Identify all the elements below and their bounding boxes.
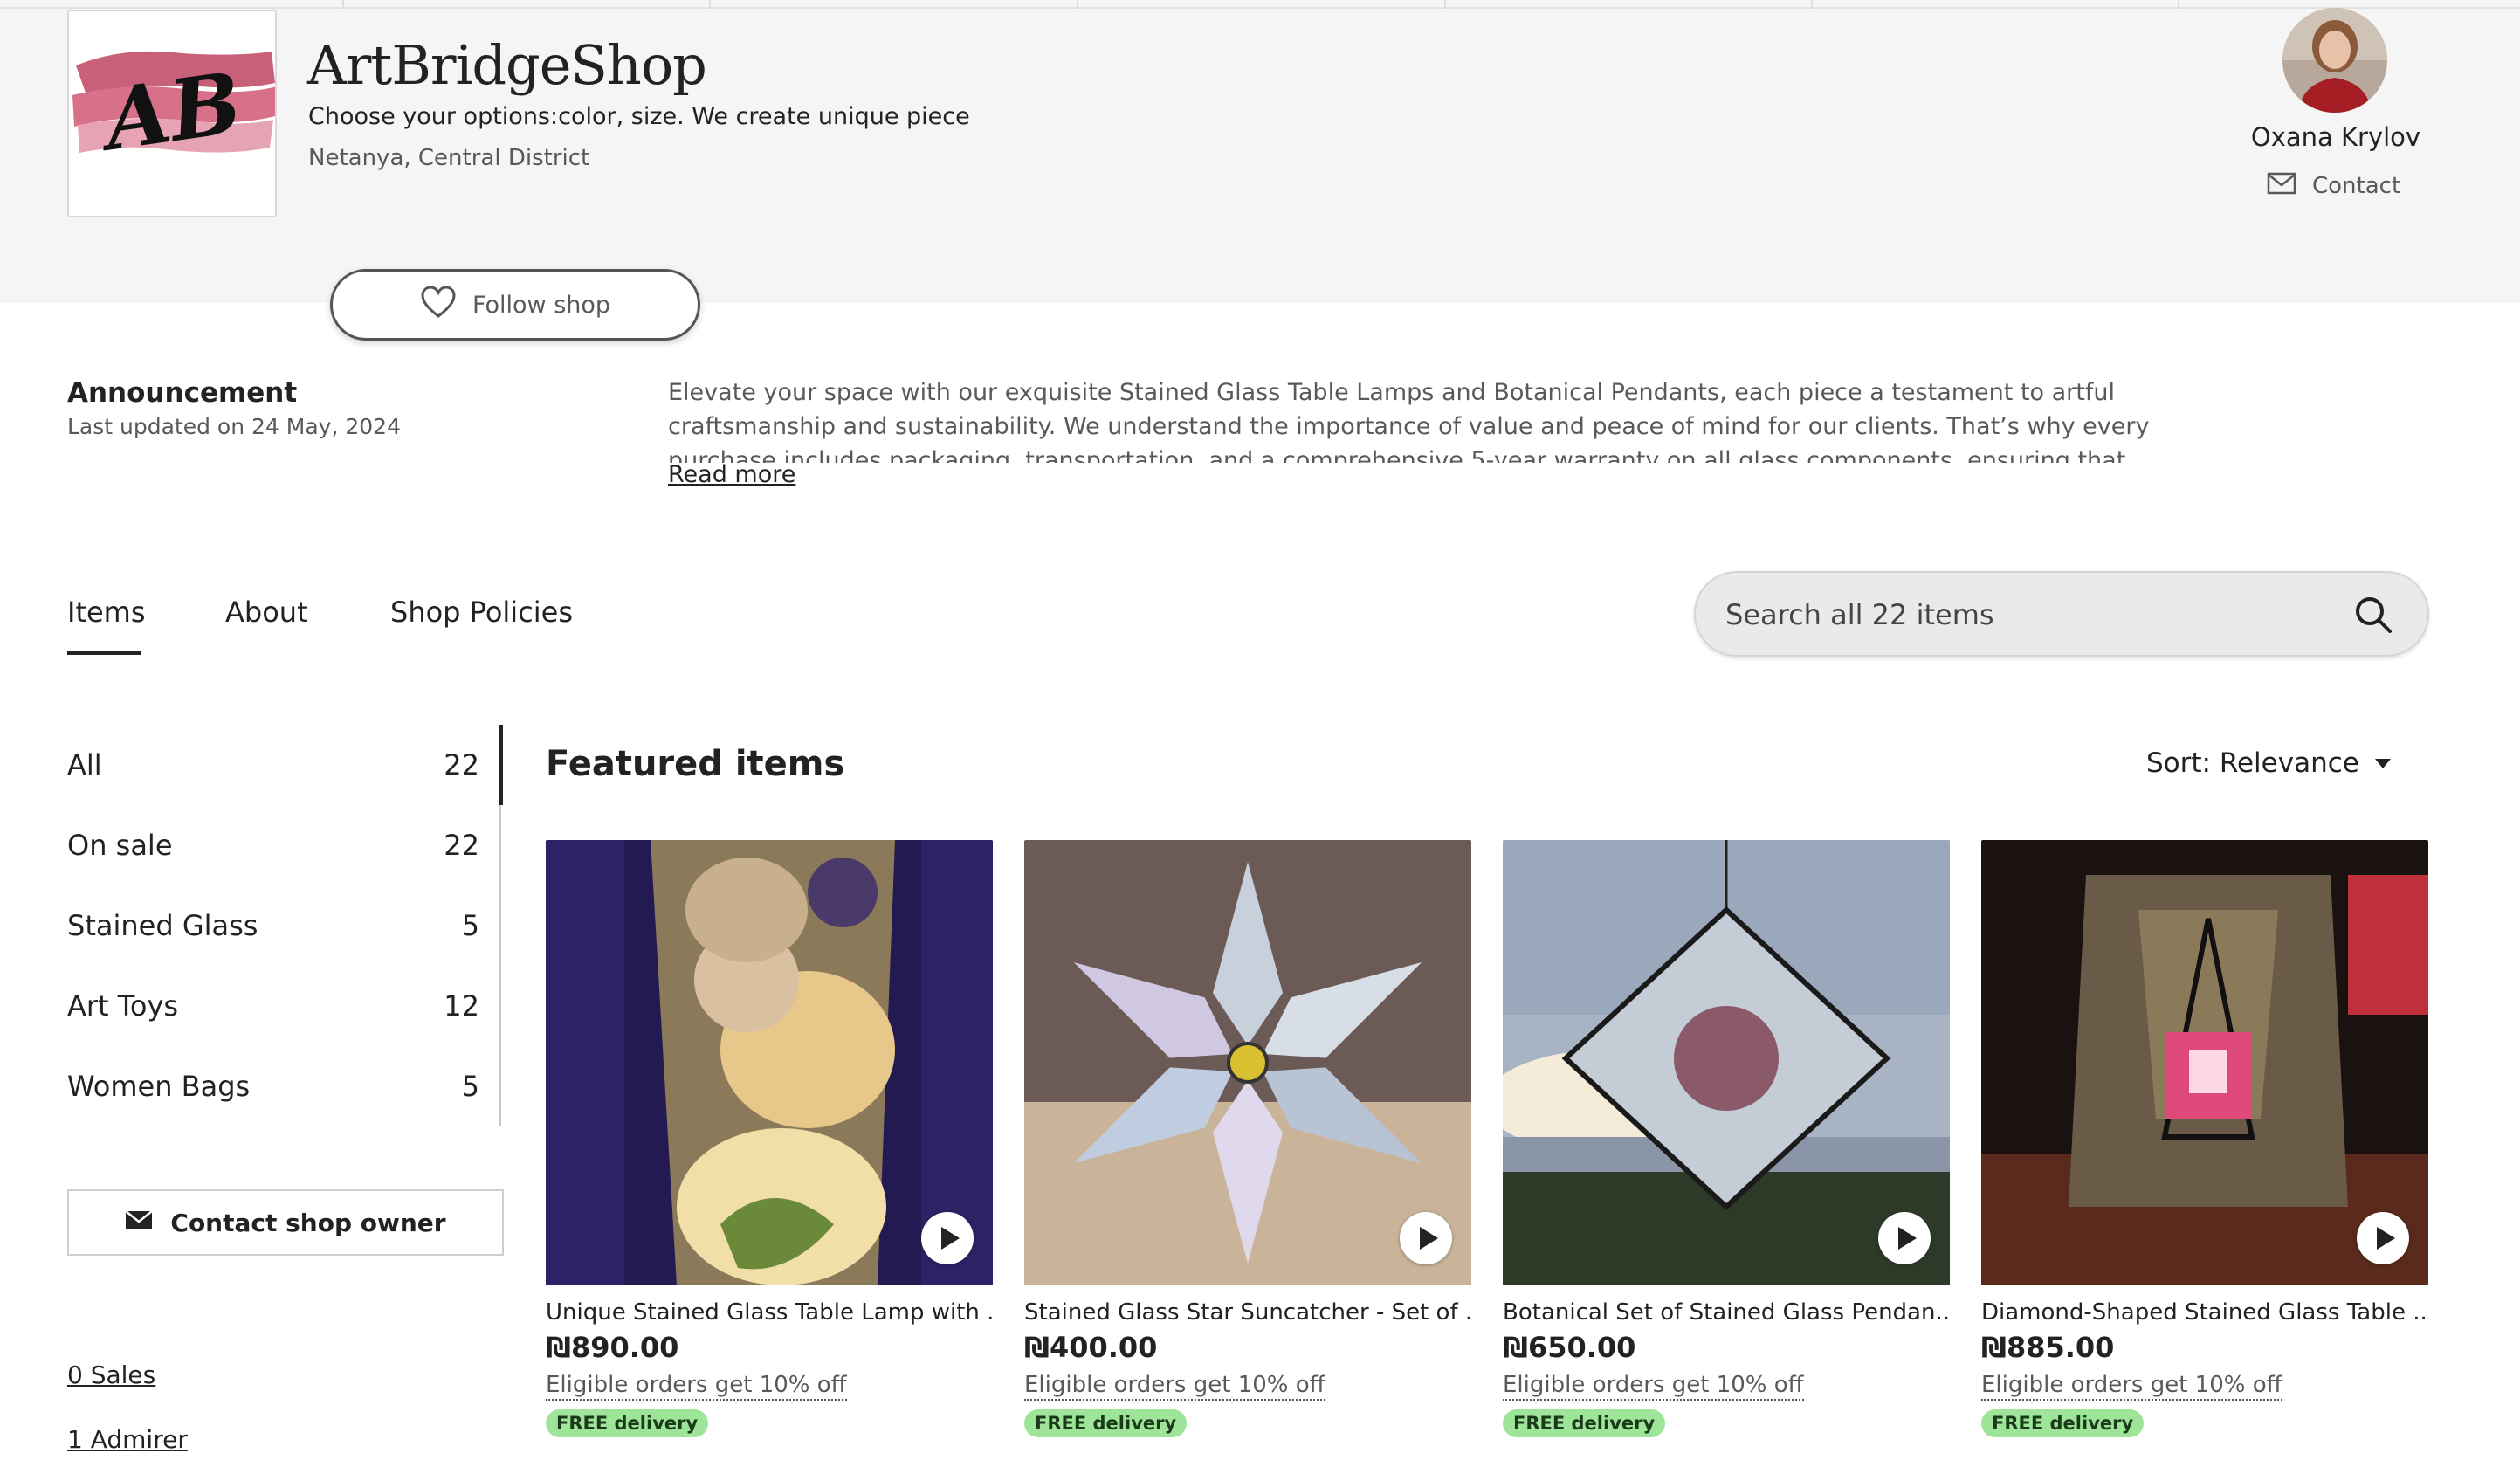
category-stained-glass[interactable]: Stained Glass 5 [67, 899, 479, 952]
listing-card[interactable]: Diamond-Shaped Stained Glass Table ... ₪… [1981, 840, 2428, 1437]
play-video-button[interactable] [2357, 1212, 2409, 1264]
listing-promo[interactable]: Eligible orders get 10% off [546, 1371, 847, 1401]
search-input[interactable] [1725, 590, 2337, 639]
listing-price: ₪400.00 [1024, 1331, 1158, 1364]
listing-price: ₪890.00 [546, 1331, 679, 1364]
top-tab-dividers [0, 0, 2183, 9]
listing-promo[interactable]: Eligible orders get 10% off [1981, 1371, 2282, 1401]
active-tab-indicator [67, 651, 141, 655]
owner-contact-link[interactable]: Contact [2267, 171, 2400, 201]
search-icon[interactable] [2352, 594, 2394, 636]
sort-label: Sort: Relevance [2146, 747, 2359, 779]
listing-card[interactable]: Stained Glass Star Suncatcher - Set of .… [1024, 840, 1471, 1437]
read-more-link[interactable]: Read more [668, 461, 795, 488]
category-count: 22 [444, 748, 479, 782]
listing-image[interactable] [1981, 840, 2428, 1285]
play-video-button[interactable] [1400, 1212, 1452, 1264]
play-icon [1897, 1227, 1917, 1250]
category-count: 5 [461, 1070, 479, 1103]
listing-price: ₪650.00 [1503, 1331, 1636, 1364]
listing-title[interactable]: Botanical Set of Stained Glass Pendan... [1503, 1299, 1950, 1326]
listing-price: ₪885.00 [1981, 1331, 2115, 1364]
listing-image[interactable] [546, 840, 993, 1285]
category-count: 12 [444, 989, 479, 1023]
admirers-count-link[interactable]: 1 Admirer [67, 1425, 188, 1454]
category-label: All [67, 748, 102, 782]
tab-about[interactable]: About [225, 596, 308, 629]
tab-shop-policies[interactable]: Shop Policies [390, 596, 573, 629]
listing-title[interactable]: Stained Glass Star Suncatcher - Set of .… [1024, 1299, 1471, 1326]
category-label: On sale [67, 829, 173, 862]
category-on-sale[interactable]: On sale 22 [67, 819, 479, 871]
category-count: 22 [444, 829, 479, 862]
free-delivery-badge: FREE delivery [546, 1409, 709, 1437]
free-delivery-badge: FREE delivery [1024, 1409, 1188, 1437]
listing-image[interactable] [1024, 840, 1471, 1285]
category-count: 5 [461, 909, 479, 942]
category-label: Women Bags [67, 1070, 251, 1103]
play-icon [2376, 1227, 2395, 1250]
shop-search [1694, 571, 2429, 657]
owner-avatar[interactable] [2282, 8, 2387, 113]
category-art-toys[interactable]: Art Toys 12 [67, 980, 479, 1032]
tab-items[interactable]: Items [67, 596, 146, 629]
owner-contact-label: Contact [2312, 173, 2401, 199]
sales-count-link[interactable]: 0 Sales [67, 1360, 155, 1389]
shop-logo[interactable]: AB [67, 10, 277, 217]
caret-down-icon [2374, 758, 2391, 768]
listing-image[interactable] [1503, 840, 1950, 1285]
play-video-button[interactable] [1878, 1212, 1931, 1264]
heart-icon [420, 285, 457, 325]
follow-shop-label: Follow shop [472, 291, 611, 319]
announcement-title: Announcement [67, 377, 298, 409]
contact-shop-owner-label: Contact shop owner [170, 1208, 446, 1237]
follow-shop-button[interactable]: Follow shop [330, 269, 700, 341]
category-label: Stained Glass [67, 909, 258, 942]
logo-text: AB [92, 53, 247, 171]
announcement-updated: Last updated on 24 May, 2024 [67, 414, 401, 439]
category-active-indicator [499, 725, 503, 805]
listing-title[interactable]: Unique Stained Glass Table Lamp with ... [546, 1299, 993, 1326]
listing-card[interactable]: Botanical Set of Stained Glass Pendan...… [1503, 840, 1950, 1437]
listing-card[interactable]: Unique Stained Glass Table Lamp with ...… [546, 840, 993, 1437]
free-delivery-badge: FREE delivery [1503, 1409, 1666, 1437]
envelope-icon [125, 1209, 154, 1237]
play-icon [1419, 1227, 1438, 1250]
sort-dropdown[interactable]: Sort: Relevance [2146, 747, 2391, 779]
announcement-text: Elevate your space with our exquisite St… [668, 379, 2150, 463]
listing-promo[interactable]: Eligible orders get 10% off [1024, 1371, 1325, 1401]
owner-name: Oxana Krylov [2250, 122, 2421, 152]
mail-icon [2267, 171, 2296, 202]
category-women-bags[interactable]: Women Bags 5 [67, 1060, 479, 1112]
listing-title[interactable]: Diamond-Shaped Stained Glass Table ... [1981, 1299, 2428, 1326]
featured-items-title: Featured items [546, 744, 845, 784]
shop-name: ArtBridgeShop [307, 33, 707, 97]
listing-promo[interactable]: Eligible orders get 10% off [1503, 1371, 1804, 1401]
contact-shop-owner-button[interactable]: Contact shop owner [67, 1189, 504, 1256]
category-all[interactable]: All 22 [67, 739, 479, 791]
shop-tagline: Choose your options:color, size. We crea… [308, 103, 970, 130]
play-video-button[interactable] [921, 1212, 974, 1264]
play-icon [940, 1227, 960, 1250]
shop-location: Netanya, Central District [308, 145, 590, 171]
category-label: Art Toys [67, 989, 179, 1023]
free-delivery-badge: FREE delivery [1981, 1409, 2145, 1437]
